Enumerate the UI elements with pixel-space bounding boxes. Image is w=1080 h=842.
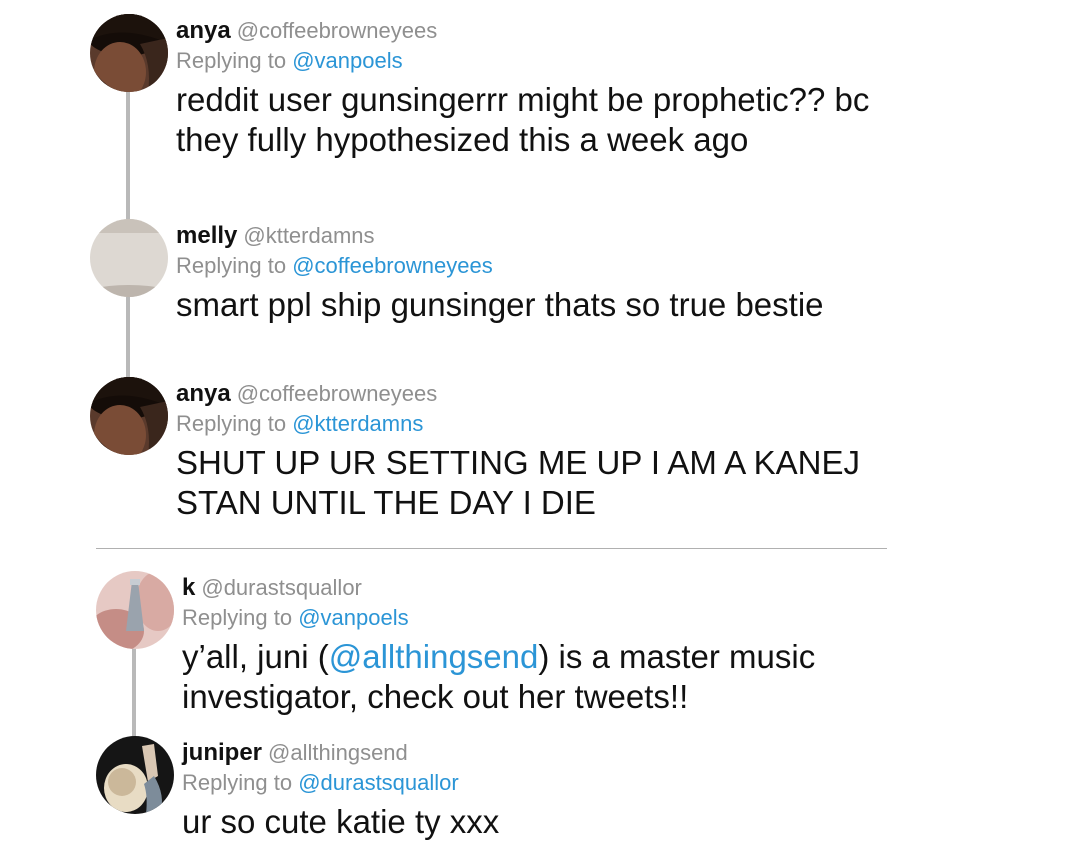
tweet-text: SHUT UP UR SETTING ME UP I AM A KANEJ ST… (176, 444, 860, 521)
reply-mention-link[interactable]: @durastsquallor (298, 770, 459, 795)
avatar-juniper[interactable] (96, 736, 174, 814)
replying-to-label: Replying to (176, 411, 287, 436)
tweet-body: anya @coffeebrowneyees Replying to @ktter… (176, 379, 896, 523)
avatar-anya[interactable] (90, 14, 168, 92)
tweet-text: ur so cute katie ty xxx (182, 803, 500, 840)
replying-to: Replying to @vanpoels (176, 46, 896, 76)
user-handle[interactable]: @coffeebrowneyees (237, 381, 438, 406)
replying-to-label: Replying to (176, 48, 287, 73)
tweet-body: k @durastsquallor Replying to @vanpoels y… (182, 573, 902, 717)
tweet-body: melly @ktterdamns Replying to @coffeebrow… (176, 221, 896, 325)
tweet-text: reddit user gunsingerrr might be prophet… (176, 81, 870, 158)
reply-mention-link[interactable]: @vanpoels (292, 48, 402, 73)
user-handle[interactable]: @ktterdamns (243, 223, 374, 248)
display-name[interactable]: anya (176, 380, 231, 407)
replying-to-label: Replying to (182, 770, 293, 795)
reply-mention-link[interactable]: @ktterdamns (292, 411, 423, 436)
display-name[interactable]: juniper (182, 739, 262, 766)
avatar-k[interactable] (96, 571, 174, 649)
display-name[interactable]: anya (176, 17, 231, 44)
replying-to: Replying to @coffeebrowneyees (176, 251, 896, 281)
tweet-body: anya @coffeebrowneyees Replying to @vanpo… (176, 16, 896, 160)
display-name[interactable]: k (182, 574, 195, 601)
tweet-header: melly @ktterdamns (176, 221, 896, 251)
replying-to: Replying to @ktterdamns (176, 409, 896, 439)
display-name[interactable]: melly (176, 222, 237, 249)
replying-to: Replying to @vanpoels (182, 603, 902, 633)
avatar-melly[interactable] (90, 219, 168, 297)
user-handle[interactable]: @coffeebrowneyees (237, 18, 438, 43)
tweet-header: juniper @allthingsend (182, 738, 902, 768)
tweet-body: juniper @allthingsend Replying to @durast… (182, 738, 902, 842)
replying-to-label: Replying to (182, 605, 293, 630)
replying-to-label: Replying to (176, 253, 287, 278)
user-handle[interactable]: @allthingsend (268, 740, 408, 765)
tweet-header: k @durastsquallor (182, 573, 902, 603)
thread-line-bottom (132, 646, 136, 738)
tweet-text: smart ppl ship gunsinger thats so true b… (176, 286, 824, 323)
replying-to: Replying to @durastsquallor (182, 768, 902, 798)
reply-mention-link[interactable]: @vanpoels (298, 605, 408, 630)
reply-mention-link[interactable]: @coffeebrowneyees (292, 253, 493, 278)
inline-mention-link[interactable]: @allthingsend (329, 638, 539, 675)
thread-divider (96, 548, 887, 549)
tweet-text-part: y’all, juni ( (182, 638, 329, 675)
avatar-anya[interactable] (90, 377, 168, 455)
tweet-text: y’all, juni (@allthingsend) is a master … (182, 637, 902, 717)
tweet-header: anya @coffeebrowneyees (176, 16, 896, 46)
tweet-header: anya @coffeebrowneyees (176, 379, 896, 409)
user-handle[interactable]: @durastsquallor (201, 575, 362, 600)
